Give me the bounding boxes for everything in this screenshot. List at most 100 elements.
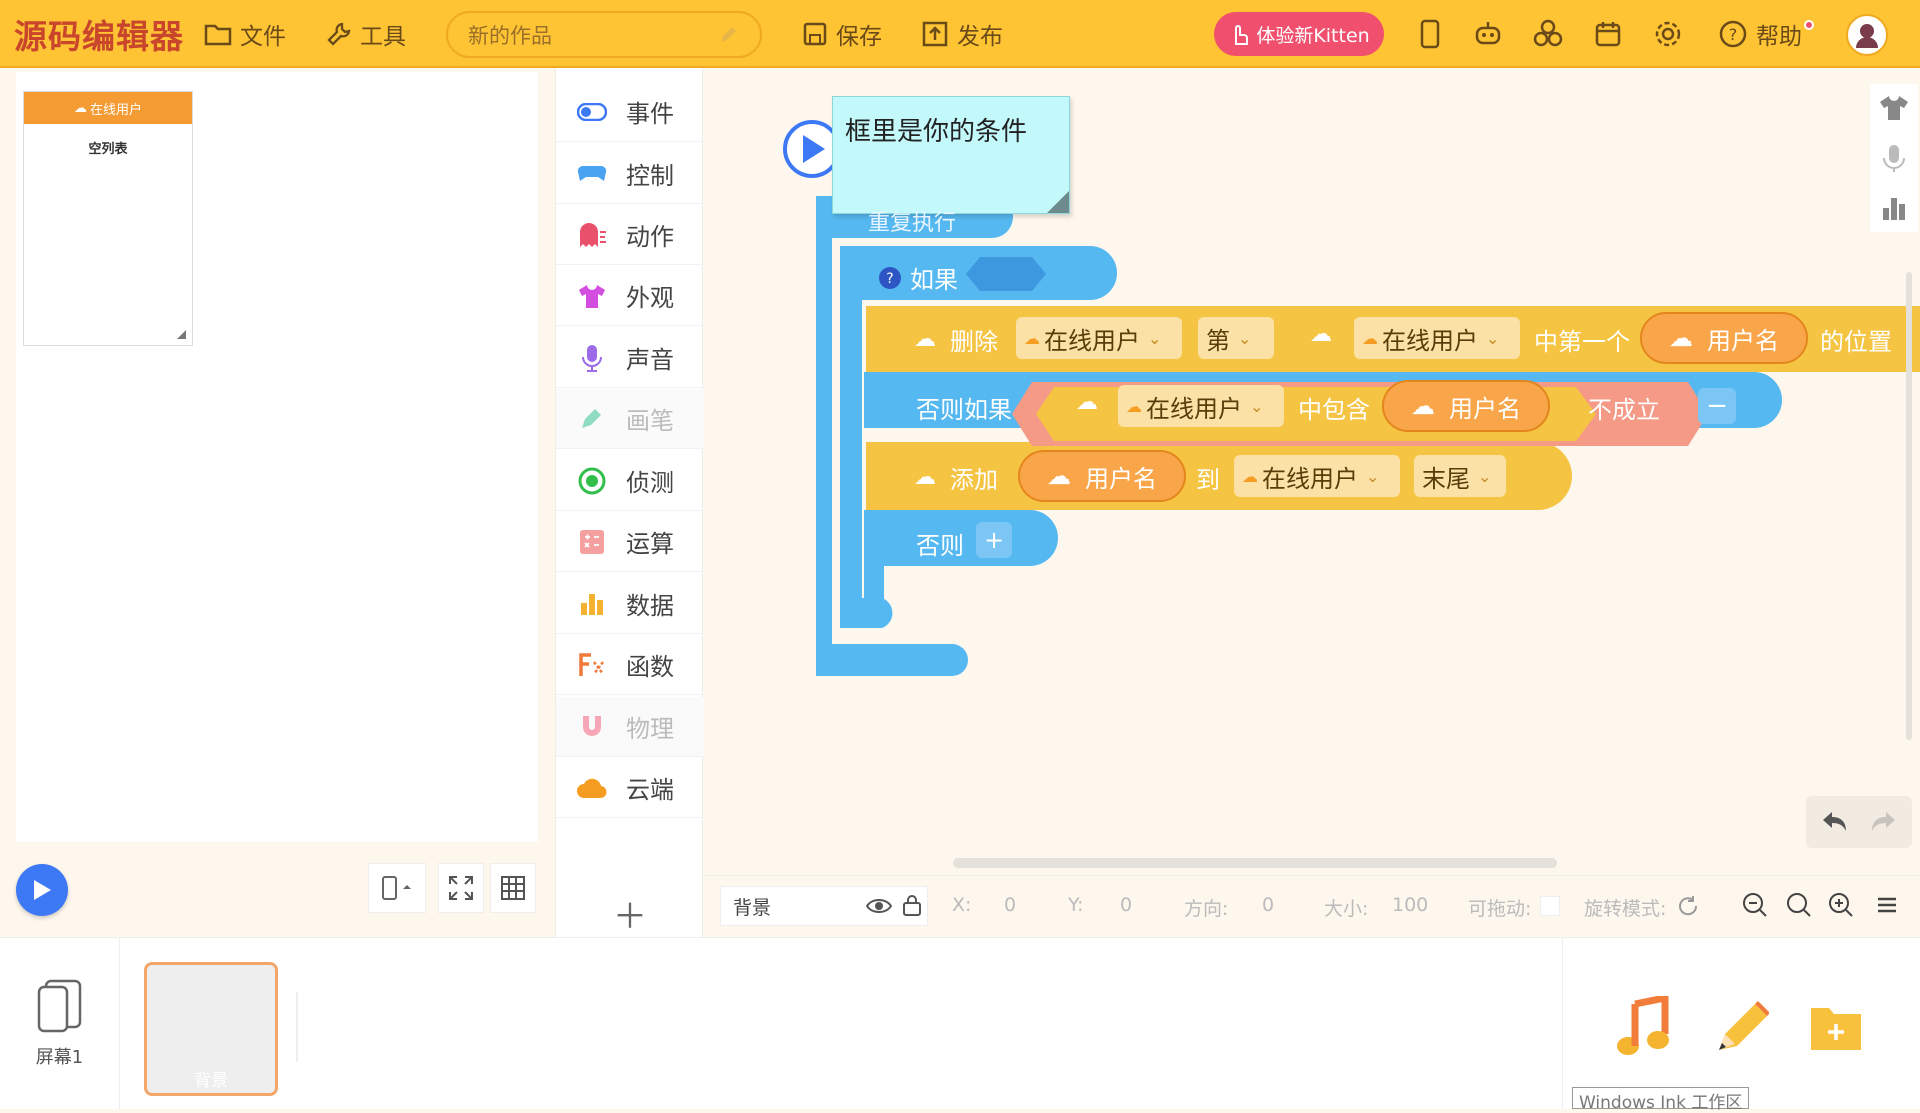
menu-hamburger-icon[interactable] [1872,890,1902,920]
add-folder-icon[interactable] [1807,996,1865,1058]
category-functions[interactable]: 函数 [556,635,704,695]
position-dropdown[interactable]: 末尾 ⌄ [1414,455,1506,497]
index-mode-value: 第 [1206,326,1230,355]
x-value[interactable]: 0 [1004,894,1016,916]
category-sensing[interactable]: 侦测 [556,451,704,511]
help-button[interactable]: ? 帮助 [1718,0,1814,68]
robot-icon[interactable] [1472,18,1504,50]
data-chart-icon[interactable] [1878,192,1910,224]
redo-icon[interactable] [1868,808,1898,836]
sprite-name-field[interactable]: 背景 [720,886,928,926]
svg-text:?: ? [886,271,893,287]
username-variable-reporter[interactable]: ☁ 用户名 [1640,312,1808,364]
screen-tab[interactable]: 屏幕1 [0,938,120,1110]
user-avatar[interactable] [1846,14,1888,56]
y-value[interactable]: 0 [1120,894,1132,916]
delete-label: 删除 [950,328,998,356]
list-dropdown-2[interactable]: ☁ 在线用户 ⌄ [1354,317,1520,359]
components-icon[interactable] [1532,18,1564,50]
category-label: 控制 [626,162,674,190]
draggable-checkbox[interactable] [1540,896,1560,916]
cloud-upload-icon: ☁ [1669,324,1693,352]
plus-icon: ＋ [613,896,647,937]
cloud-data-icon: ☁ [914,465,936,490]
phone-preview-icon[interactable] [1414,18,1446,50]
condition-slot[interactable] [966,257,1046,291]
lock-icon[interactable] [902,894,922,916]
username-variable-reporter-2[interactable]: ☁ 用户名 [1382,380,1550,432]
add-extension-button[interactable]: ＋ [556,888,704,938]
tools-menu-label: 工具 [360,24,406,50]
if-label: 如果 [910,266,958,294]
zoom-reset-icon[interactable] [1784,890,1814,920]
list-widget-online-users[interactable]: ☁ 在线用户 空列表 [23,91,193,346]
remove-else-if-button[interactable]: − [1698,388,1736,424]
category-motion[interactable]: 动作 [556,205,704,265]
try-kitten-button[interactable]: 体验新Kitten [1214,12,1384,56]
add-else-if-button[interactable]: + [976,522,1012,558]
category-operators[interactable]: 运算 [556,512,704,572]
direction-value[interactable]: 0 [1262,894,1274,916]
list-dropdown-value: 在线用户 [1262,464,1358,493]
index-mode-dropdown[interactable]: 第 ⌄ [1198,317,1274,359]
category-cloud[interactable]: 云端 [556,758,704,818]
screen-label: 屏幕1 [35,1047,84,1068]
workspace-horizontal-scrollbar[interactable] [953,858,1557,868]
divider [296,992,298,1062]
try-kitten-label: 体验新Kitten [1256,24,1370,47]
chevron-down-icon: ⌄ [1238,328,1252,348]
username-variable-reporter-3[interactable]: ☁ 用户名 [1018,450,1186,502]
sprite-property-bar: 背景 X: 0 Y: 0 方向: 0 大小: 100 可拖动: 旋转模式: [704,875,1920,935]
category-control[interactable]: 控制 [556,144,704,204]
position-dropdown-value: 末尾 [1422,464,1470,493]
avatar-icon [1856,24,1878,48]
block-category-palette: 事件 控制 动作 外观 声音 画笔 侦测 运算 数据 函数 物理 云端 ＋ [555,68,704,938]
list-dropdown[interactable]: ☁ 在线用户 ⌄ [1016,317,1182,359]
resize-handle-icon[interactable] [177,330,186,339]
size-value[interactable]: 100 [1392,894,1428,916]
asset-buttons [1562,938,1920,1110]
undo-icon[interactable] [1820,808,1850,836]
run-button[interactable] [16,864,68,916]
username-label: 用户名 [1707,326,1779,355]
category-sound[interactable]: 声音 [556,328,704,388]
sound-microphone-icon[interactable] [1878,142,1910,174]
list-dropdown-3[interactable]: ☁ 在线用户 ⌄ [1118,385,1284,427]
sprite-name: 背景 [733,896,772,919]
background-sprite-thumbnail[interactable]: 背景 [144,962,278,1096]
calendar-icon[interactable] [1592,18,1624,50]
workspace-vertical-scrollbar[interactable] [1906,272,1912,740]
file-menu[interactable]: 文件 [204,0,286,68]
save-button[interactable]: 保存 [802,0,882,68]
code-comment[interactable]: 框里是你的条件 [832,96,1070,214]
zoom-out-icon[interactable] [1740,890,1770,920]
username-label: 用户名 [1085,464,1157,493]
username-label: 用户名 [1449,394,1521,423]
save-label: 保存 [836,24,882,50]
visibility-eye-icon[interactable] [866,896,892,916]
comment-resize-icon[interactable] [1047,191,1069,213]
category-data[interactable]: 数据 [556,574,704,634]
category-label: 云端 [626,776,674,804]
category-pen[interactable]: 画笔 [556,389,704,449]
category-looks[interactable]: 外观 [556,266,704,326]
list-dropdown-4[interactable]: ☁ 在线用户 ⌄ [1234,455,1400,497]
cloud-data-icon: ☁ [1310,322,1332,347]
chevron-down-icon: ⌄ [1250,396,1264,416]
music-note-icon[interactable] [1613,996,1671,1058]
else-if-label: 否则如果 [916,396,1012,424]
costume-tshirt-icon[interactable] [1878,92,1910,124]
category-physics[interactable]: 物理 [556,697,704,757]
project-title-input[interactable]: 新的作品 [446,11,762,58]
zoom-in-icon[interactable] [1826,890,1856,920]
publish-button[interactable]: 发布 [921,0,1003,68]
grid-toggle-button[interactable] [490,863,536,913]
rotate-icon[interactable] [1676,894,1700,918]
fullscreen-button[interactable] [438,863,484,913]
paint-pencil-icon[interactable] [1711,996,1769,1058]
settings-gear-icon[interactable] [1652,18,1684,50]
to-label: 到 [1196,466,1220,494]
category-events[interactable]: 事件 [556,82,704,142]
device-select-button[interactable] [368,863,426,913]
tools-menu[interactable]: 工具 [326,0,406,68]
